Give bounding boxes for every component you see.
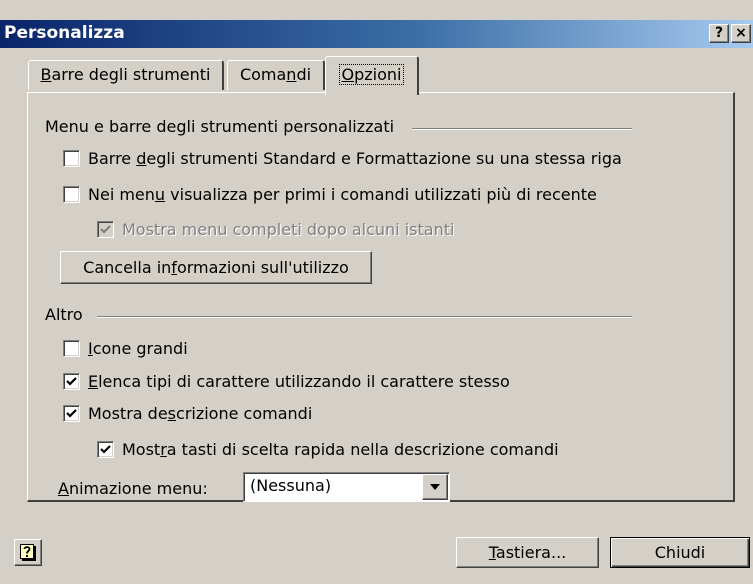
standard-formatting-same-row-checkbox[interactable] (63, 150, 80, 167)
large-icons-checkbox[interactable] (63, 340, 80, 357)
menu-animation-value: (Nessuna) (250, 476, 332, 495)
show-screentips-label[interactable]: Mostra descrizione comandi (88, 404, 312, 423)
other-section-header: Altro (45, 305, 83, 324)
help-question-icon (20, 544, 36, 561)
chevron-down-icon (430, 484, 440, 490)
large-icons-label[interactable]: Icone grandi (88, 339, 188, 358)
window-title: Personalizza (4, 23, 125, 43)
recent-commands-first-checkbox[interactable] (63, 186, 80, 203)
shortcut-keys-screentips-label[interactable]: Mostra tasti di scelta rapida nella desc… (122, 440, 559, 459)
tab-options-label: Opzioni (338, 64, 405, 85)
context-help-button[interactable] (14, 539, 42, 566)
full-menus-delay-checkbox (97, 221, 114, 238)
tab-options[interactable]: Opzioni (325, 56, 419, 95)
checkmark-icon (100, 445, 111, 454)
menu-animation-label: Animazione menu: (58, 479, 208, 498)
recent-commands-first-label[interactable]: Nei menu visualizza per primi i comandi … (88, 185, 597, 204)
other-section-separator (97, 316, 632, 318)
tab-toolbars[interactable]: Barre degli strumenti (28, 60, 224, 90)
title-bar[interactable]: Personalizza ? × (0, 20, 753, 48)
reset-usage-data-button[interactable]: Cancella informazioni sull'utilizzo (60, 251, 372, 284)
font-names-in-font-label[interactable]: Elenca tipi di carattere utilizzando il … (88, 372, 510, 391)
help-caption-button[interactable]: ? (709, 24, 729, 43)
checkmark-icon (66, 377, 77, 386)
checkmark-icon (100, 225, 111, 234)
dropdown-button[interactable] (422, 474, 448, 500)
checkmark-icon (66, 409, 77, 418)
menu-animation-select[interactable]: (Nessuna) (243, 472, 450, 502)
font-names-in-font-checkbox[interactable] (63, 373, 80, 390)
close-caption-button[interactable]: × (731, 24, 751, 43)
close-button[interactable]: Chiudi (610, 537, 750, 568)
menu-section-header: Menu e barre degli strumenti personalizz… (45, 117, 395, 136)
tab-commands[interactable]: Comandi (227, 60, 325, 90)
standard-formatting-same-row-label[interactable]: Barre degli strumenti Standard e Formatt… (88, 149, 622, 168)
show-screentips-checkbox[interactable] (63, 405, 80, 422)
menu-section-separator (412, 128, 632, 130)
customize-dialog: Personalizza ? × Barre degli strumenti C… (0, 0, 753, 584)
keyboard-button[interactable]: Tastiera... (456, 537, 599, 568)
shortcut-keys-screentips-checkbox[interactable] (97, 441, 114, 458)
full-menus-delay-label: Mostra menu completi dopo alcuni istanti (122, 220, 455, 239)
